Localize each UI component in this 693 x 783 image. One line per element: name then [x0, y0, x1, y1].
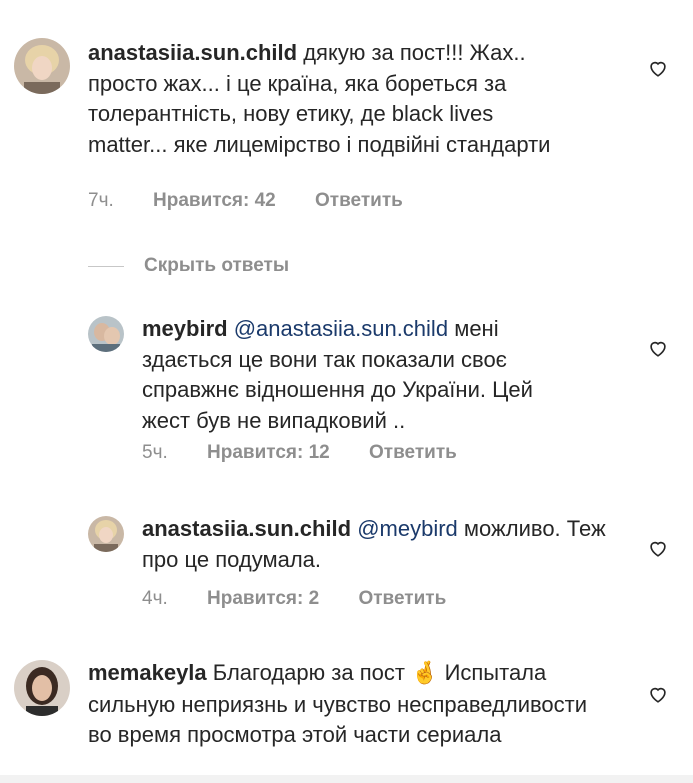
heart-outline-icon[interactable]: [647, 57, 669, 79]
likes-count[interactable]: Нравится: 2: [207, 588, 319, 609]
timestamp: 7ч.: [88, 190, 114, 211]
avatar-anastasiia[interactable]: [88, 516, 124, 552]
mention-link[interactable]: @meybird: [357, 516, 458, 541]
hide-replies-label: Скрыть ответы: [144, 255, 290, 276]
likes-count[interactable]: Нравится: 12: [207, 442, 330, 463]
avatar-memakeyla[interactable]: [14, 660, 70, 716]
username[interactable]: anastasiia.sun.child: [142, 516, 351, 541]
heart-outline-icon[interactable]: [647, 683, 669, 705]
comment-text: meybird @anastasiia.sun.child мені здаєт…: [142, 314, 572, 436]
reply-button[interactable]: Ответить: [358, 588, 446, 609]
heart-outline-icon[interactable]: [647, 337, 669, 359]
hide-replies-button[interactable]: Скрыть ответы: [88, 254, 289, 278]
username[interactable]: memakeyla: [88, 660, 207, 685]
username[interactable]: meybird: [142, 316, 228, 341]
comment-meta: 5ч. Нравится: 12 Ответить: [142, 442, 491, 464]
bottom-divider: [0, 775, 693, 783]
comment-meta: 4ч. Нравится: 2 Ответить: [142, 588, 480, 610]
timestamp: 4ч.: [142, 588, 168, 609]
comment-text: memakeyla Благодарю за пост 🤞 Испытала с…: [88, 658, 608, 751]
crossed-fingers-icon: 🤞: [411, 661, 439, 686]
avatar-meybird[interactable]: [88, 316, 124, 352]
username[interactable]: anastasiia.sun.child: [88, 40, 297, 65]
comment-text: anastasiia.sun.child @meybird можливо. Т…: [142, 514, 622, 575]
comment-meta: 7ч. Нравится: 42 Ответить: [88, 190, 437, 212]
likes-count[interactable]: Нравится: 42: [153, 190, 276, 211]
heart-outline-icon[interactable]: [647, 537, 669, 559]
comment-text: anastasiia.sun.child дякую за пост!!! Жа…: [88, 38, 568, 160]
comment-body: Благодарю за пост: [212, 660, 405, 685]
timestamp: 5ч.: [142, 442, 168, 463]
reply-button[interactable]: Ответить: [369, 442, 457, 463]
divider-line: [88, 265, 124, 267]
mention-link[interactable]: @anastasiia.sun.child: [234, 316, 448, 341]
avatar-anastasiia[interactable]: [14, 38, 70, 94]
reply-button[interactable]: Ответить: [315, 190, 403, 211]
